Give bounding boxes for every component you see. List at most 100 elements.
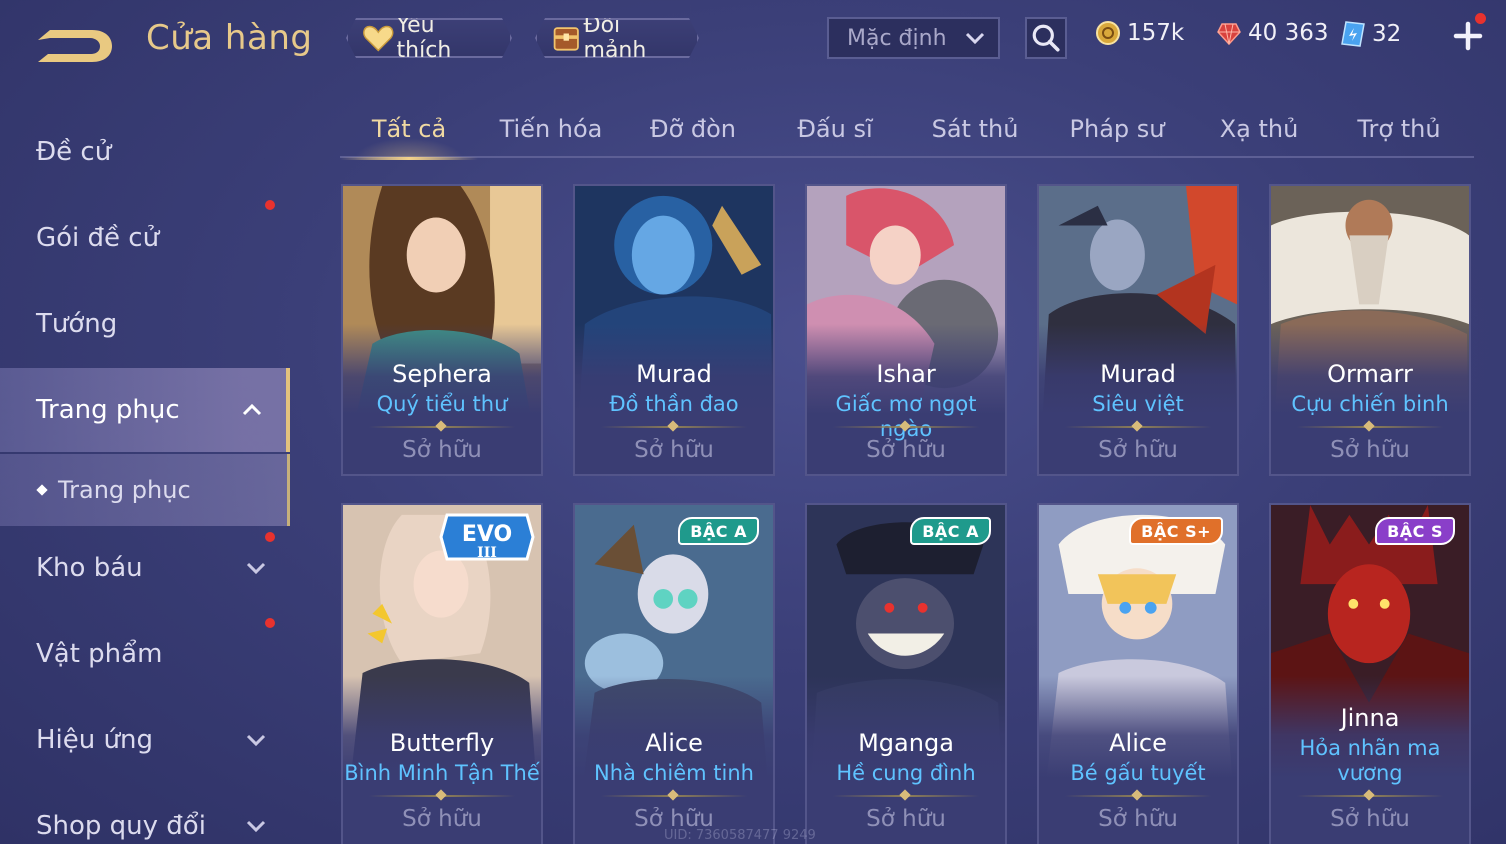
sidebar-item-skins[interactable]: Trang phục	[0, 368, 290, 452]
sidebar-item-label: Trang phục	[36, 395, 180, 425]
svg-text:III: III	[477, 545, 497, 561]
tab-mage[interactable]: Pháp sư	[1048, 100, 1186, 158]
notification-dot	[265, 200, 275, 210]
search-button[interactable]	[1025, 17, 1067, 59]
skin-name: Bé gấu tuyết	[1070, 761, 1206, 785]
favorites-label: Yêu thích	[396, 13, 452, 63]
gold-balance: 157k	[1095, 20, 1184, 46]
tab-assassin[interactable]: Sát thủ	[906, 100, 1044, 158]
hero-name: Murad	[636, 360, 712, 388]
tier-badge: BẬC S+	[1129, 517, 1223, 545]
sidebar-item-label: Tướng	[36, 309, 118, 339]
skin-card-murad-sieuviet[interactable]: Murad Siêu việt Sở hữu	[1037, 184, 1239, 476]
skin-name: Nhà chiêm tinh	[594, 761, 754, 785]
hero-name: Alice	[645, 729, 703, 757]
notification-dot	[265, 532, 275, 542]
ruby-gem-icon	[1217, 23, 1241, 46]
sidebar-item-label: Đề cử	[36, 137, 112, 167]
owned-status: Sở hữu	[402, 806, 482, 832]
tier-badge: BẬC S	[1375, 517, 1455, 545]
evo-badge-icon: EVO III	[439, 513, 535, 561]
sidebar-item-label: Hiệu ứng	[36, 725, 153, 755]
divider	[1065, 426, 1211, 428]
skin-card-ishar[interactable]: Ishar Giấc mơ ngọt ngào Sở hữu	[805, 184, 1007, 476]
page-title: Cửa hàng	[146, 18, 313, 58]
sidebar-item-effects[interactable]: Hiệu ứng	[0, 698, 290, 782]
skin-card-jinna[interactable]: BẬC S Jinna Hỏa nhãn ma vương Sở hữu	[1269, 503, 1471, 844]
voucher-balance: 32	[1340, 20, 1401, 48]
tab-fighter[interactable]: Đấu sĩ	[766, 100, 904, 158]
sidebar-item-items[interactable]: Vật phẩm	[0, 612, 290, 696]
skin-card-butterfly[interactable]: EVO III Butterfly Bình Minh Tận Thế Sở h…	[341, 503, 543, 844]
owned-status: Sở hữu	[402, 437, 482, 463]
skin-card-sephera[interactable]: Sephera Quý tiểu thư Sở hữu	[341, 184, 543, 476]
add-currency-icon[interactable]	[1452, 20, 1484, 52]
divider	[833, 795, 979, 797]
user-id-watermark: UID: 7360587477 9249	[664, 828, 816, 843]
sidebar-subitem-label: Trang phục	[58, 476, 191, 504]
owned-status: Sở hữu	[1098, 806, 1178, 832]
owned-status: Sở hữu	[1330, 806, 1410, 832]
chevron-down-icon	[246, 734, 266, 747]
chest-icon	[551, 21, 582, 55]
sidebar-item-label: Vật phẩm	[36, 639, 163, 669]
hero-name: Butterfly	[389, 729, 495, 757]
tab-evolution[interactable]: Tiến hóa	[482, 100, 620, 158]
skin-name: Siêu việt	[1092, 392, 1184, 416]
divider	[601, 426, 747, 428]
sidebar-item-treasure[interactable]: Kho báu	[0, 526, 290, 610]
owned-status: Sở hữu	[1330, 437, 1410, 463]
hero-name: Ishar	[876, 360, 936, 388]
owned-status: Sở hữu	[866, 806, 946, 832]
tab-marksman[interactable]: Xạ thủ	[1190, 100, 1328, 158]
skin-card-alice-begautuyet[interactable]: BẬC S+ Alice Bé gấu tuyết Sở hữu	[1037, 503, 1239, 844]
ruby-amount: 40 363	[1248, 20, 1329, 46]
skin-card-murad-dothandao[interactable]: Murad Đồ thần đao Sở hữu	[573, 184, 775, 476]
hero-name: Ormarr	[1327, 360, 1413, 388]
divider	[833, 426, 979, 428]
tab-support[interactable]: Trợ thủ	[1330, 100, 1468, 158]
owned-status: Sở hữu	[866, 437, 946, 463]
skin-name: Quý tiểu thư	[376, 392, 508, 416]
gold-amount: 157k	[1127, 20, 1185, 46]
voucher-amount: 32	[1372, 21, 1402, 47]
hero-name: Mganga	[858, 729, 954, 757]
top-bar: Cửa hàng Yêu thích Đổi mảnh Mặc định 157…	[0, 0, 1506, 80]
skin-name: Hề cung đình	[836, 761, 976, 785]
notification-dot	[1475, 13, 1486, 24]
skin-card-ormarr[interactable]: Ormarr Cựu chiến binh Sở hữu	[1269, 184, 1471, 476]
owned-status: Sở hữu	[634, 437, 714, 463]
favorites-button[interactable]: Yêu thích	[346, 18, 512, 58]
heart-icon	[362, 21, 395, 55]
voucher-icon	[1341, 21, 1365, 47]
ruby-balance: 40 363	[1216, 20, 1328, 46]
divider	[1297, 795, 1443, 797]
skin-name: Giấc mơ ngọt ngào	[835, 392, 977, 441]
sidebar-item-heroes[interactable]: Tướng	[0, 282, 290, 366]
search-icon	[1032, 24, 1060, 52]
back-arrow-icon[interactable]	[34, 22, 116, 66]
tab-all[interactable]: Tất cả	[340, 100, 478, 160]
sort-dropdown[interactable]: Mặc định	[827, 17, 1000, 59]
tab-tank[interactable]: Đỡ đòn	[624, 100, 762, 158]
skin-name: Hỏa nhãn ma vương	[1299, 736, 1441, 785]
hero-name: Jinna	[1340, 704, 1400, 732]
skin-card-alice-chiemtinh[interactable]: BẬC A Alice Nhà chiêm tinh Sở hữu	[573, 503, 775, 844]
sidebar-item-recommended[interactable]: Đề cử	[0, 110, 290, 194]
hero-name: Sephera	[392, 360, 492, 388]
sidebar-subitem-skins[interactable]: Trang phục	[0, 454, 290, 526]
svg-text:EVO: EVO	[462, 522, 512, 547]
sidebar-item-exchange-shop[interactable]: Shop quy đổi	[0, 784, 290, 844]
chevron-up-icon	[242, 403, 262, 416]
tier-badge: BẬC A	[678, 517, 759, 545]
divider	[1297, 426, 1443, 428]
sidebar-item-recommended-packs[interactable]: Gói đề cử	[0, 196, 290, 280]
skin-card-mganga[interactable]: BẬC A Mganga Hề cung đình Sở hữu	[805, 503, 1007, 844]
skin-name: Bình Minh Tận Thế	[344, 761, 540, 785]
skin-name: Cựu chiến binh	[1291, 392, 1449, 416]
sidebar-item-label: Shop quy đổi	[36, 811, 206, 841]
sidebar: Đề cử Gói đề cử Tướng Trang phục Trang p…	[0, 100, 290, 844]
shard-exchange-button[interactable]: Đổi mảnh	[535, 18, 699, 58]
sidebar-item-label: Kho báu	[36, 553, 143, 583]
gold-coin-icon	[1096, 21, 1120, 45]
